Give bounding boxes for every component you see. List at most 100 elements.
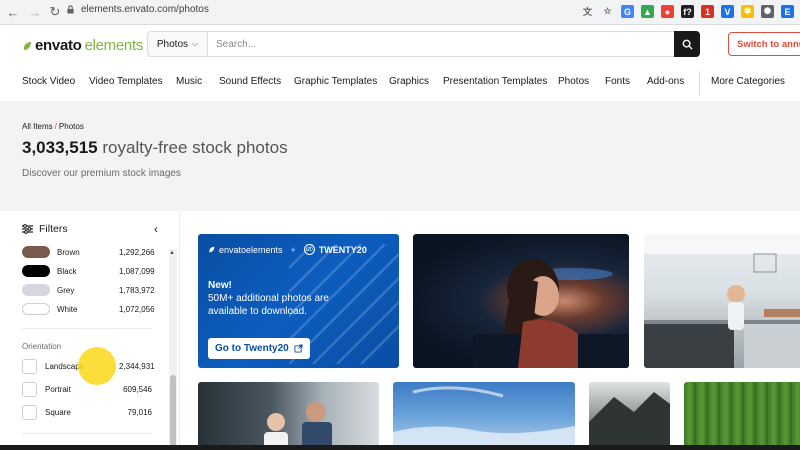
back-arrow-icon[interactable]: ← (2, 1, 24, 23)
filter-count: 2,344,931 (119, 362, 155, 371)
nav-item-sound-effects[interactable]: Sound Effects (219, 76, 281, 87)
photo-mountain[interactable] (589, 382, 670, 450)
nav-item-music[interactable]: Music (176, 76, 202, 87)
color-swatch[interactable] (22, 303, 50, 315)
leaf-icon (209, 246, 215, 253)
nav-divider (699, 71, 700, 95)
color-picker-icon[interactable]: ● (661, 5, 674, 18)
photo-green-field[interactable] (684, 382, 800, 450)
bottom-bar (0, 445, 800, 450)
address-bar[interactable]: elements.envato.com/photos (66, 4, 209, 15)
sidebar-scroll-thumb[interactable] (170, 375, 176, 450)
logo-text-elements: elements (84, 37, 144, 54)
nav-item-photos[interactable]: Photos (558, 76, 589, 87)
font-icon[interactable]: f? (681, 5, 694, 18)
orientation-filter-landscape[interactable]: Landscape 2,344,931 (22, 358, 155, 375)
twenty20-promo-card[interactable]: envatoelements + t20 TWENTY20 New! 50M+ … (198, 234, 399, 368)
photo-office-art (264, 402, 332, 450)
google-translate-icon[interactable]: G (621, 5, 634, 18)
photo-mountain-art (589, 392, 670, 450)
go-to-twenty20-button[interactable]: Go to Twenty20 (208, 338, 310, 359)
photo-woman-at-table[interactable] (413, 234, 629, 368)
filter-count: 1,783,972 (119, 285, 155, 295)
filter-label: Square (45, 408, 71, 417)
nav-item-graphics[interactable]: Graphics (389, 76, 429, 87)
photo-sky-art (393, 386, 575, 450)
filter-label: White (57, 304, 78, 314)
promo-headline: New! (208, 280, 232, 291)
color-swatch[interactable] (22, 265, 50, 277)
search-category-select[interactable]: Photos ⌵ (148, 32, 208, 56)
scroll-up-arrow-icon[interactable]: ▲ (169, 250, 175, 256)
star-icon[interactable]: ☆ (601, 5, 614, 18)
photo-woman-art (473, 259, 629, 368)
orientation-filter-portrait[interactable]: Portrait 609,546 (22, 381, 152, 398)
breadcrumb-current: Photos (58, 122, 84, 131)
filter-label: Grey (57, 285, 75, 295)
nav-item-stock-video[interactable]: Stock Video (22, 76, 75, 87)
search-input[interactable] (208, 32, 674, 56)
filters-title: Filters (39, 223, 68, 235)
nav-item-add-ons[interactable]: Add-ons (647, 76, 684, 87)
sliders-icon (22, 224, 33, 234)
mail-badge-icon[interactable]: 1 (701, 5, 714, 18)
page-title: 3,033,515 royalty-free stock photos (22, 138, 288, 158)
filter-count: 1,087,099 (119, 266, 155, 276)
search-button[interactable] (674, 31, 700, 57)
nav-item-presentation-templates[interactable]: Presentation Templates (443, 76, 547, 87)
settings-ext-icon[interactable]: ✺ (761, 5, 774, 18)
leaf-icon (23, 41, 31, 50)
filter-count: 1,292,266 (119, 247, 155, 257)
search-category-label: Photos (156, 38, 189, 50)
url-text: elements.envato.com/photos (81, 4, 209, 15)
promo-brand: envatoelements (219, 244, 283, 255)
color-filter-white[interactable]: White 1,072,056 (22, 302, 155, 316)
nav-item-fonts[interactable]: Fonts (605, 76, 630, 87)
color-filter-grey[interactable]: Grey 1,783,972 (22, 283, 155, 297)
nav-item-more-categories[interactable]: More Categories (711, 76, 785, 87)
color-filter-brown[interactable]: Brown 1,292,266 (22, 245, 155, 259)
breadcrumb-all-items[interactable]: All Items (22, 122, 53, 131)
filter-count: 1,072,056 (119, 304, 155, 314)
reload-icon[interactable]: ↻ (44, 1, 66, 23)
breadcrumb: All Items / Photos (22, 122, 84, 131)
checkbox[interactable] (22, 359, 37, 374)
filter-label: Portrait (45, 385, 71, 394)
photo-office-people[interactable] (198, 382, 379, 450)
filter-label: Black (57, 266, 77, 276)
filters-header[interactable]: Filters (22, 223, 68, 235)
color-swatch[interactable] (22, 284, 50, 296)
page-subtitle: Discover our premium stock images (22, 168, 181, 179)
vpn-icon[interactable]: V (721, 5, 734, 18)
site-header: envatoelements Photos ⌵ Switch to annual (0, 26, 800, 62)
color-swatch[interactable] (22, 246, 50, 258)
sidebar-divider (22, 433, 152, 434)
checkbox[interactable] (22, 405, 37, 420)
filter-label: Brown (57, 247, 80, 257)
nav-item-graphic-templates[interactable]: Graphic Templates (294, 76, 377, 87)
logo-text-envato: envato (35, 37, 82, 54)
translate-icon[interactable]: 文 (581, 5, 594, 18)
nav-item-video-templates[interactable]: Video Templates (89, 76, 163, 87)
search-bar: Photos ⌵ (147, 31, 700, 57)
filter-count: 79,016 (127, 408, 152, 417)
promo-plus: + (290, 244, 296, 255)
bug-icon[interactable]: ✱ (741, 5, 754, 18)
photo-kitchen[interactable] (644, 234, 800, 368)
envato-elements-logo[interactable]: envato elements (22, 37, 143, 54)
lock-icon (67, 5, 74, 14)
photo-sky[interactable] (393, 382, 575, 450)
checkbox[interactable] (22, 382, 37, 397)
result-count: 3,033,515 (22, 138, 98, 157)
ext-e-icon[interactable]: E (781, 5, 794, 18)
orientation-filter-square[interactable]: Square 79,016 (22, 404, 152, 421)
forward-arrow-icon[interactable]: → (24, 1, 46, 23)
switch-to-annual-button[interactable]: Switch to annual (728, 32, 800, 56)
color-filter-black[interactable]: Black 1,087,099 (22, 264, 155, 278)
search-icon (682, 39, 693, 50)
chevron-left-icon[interactable]: ‹ (154, 222, 158, 236)
page-title-text: royalty-free stock photos (102, 138, 288, 157)
drive-icon[interactable]: ▲ (641, 5, 654, 18)
category-nav: Stock Video Video Templates Music Sound Eff… (0, 63, 800, 101)
breadcrumb-separator: / (54, 122, 57, 131)
